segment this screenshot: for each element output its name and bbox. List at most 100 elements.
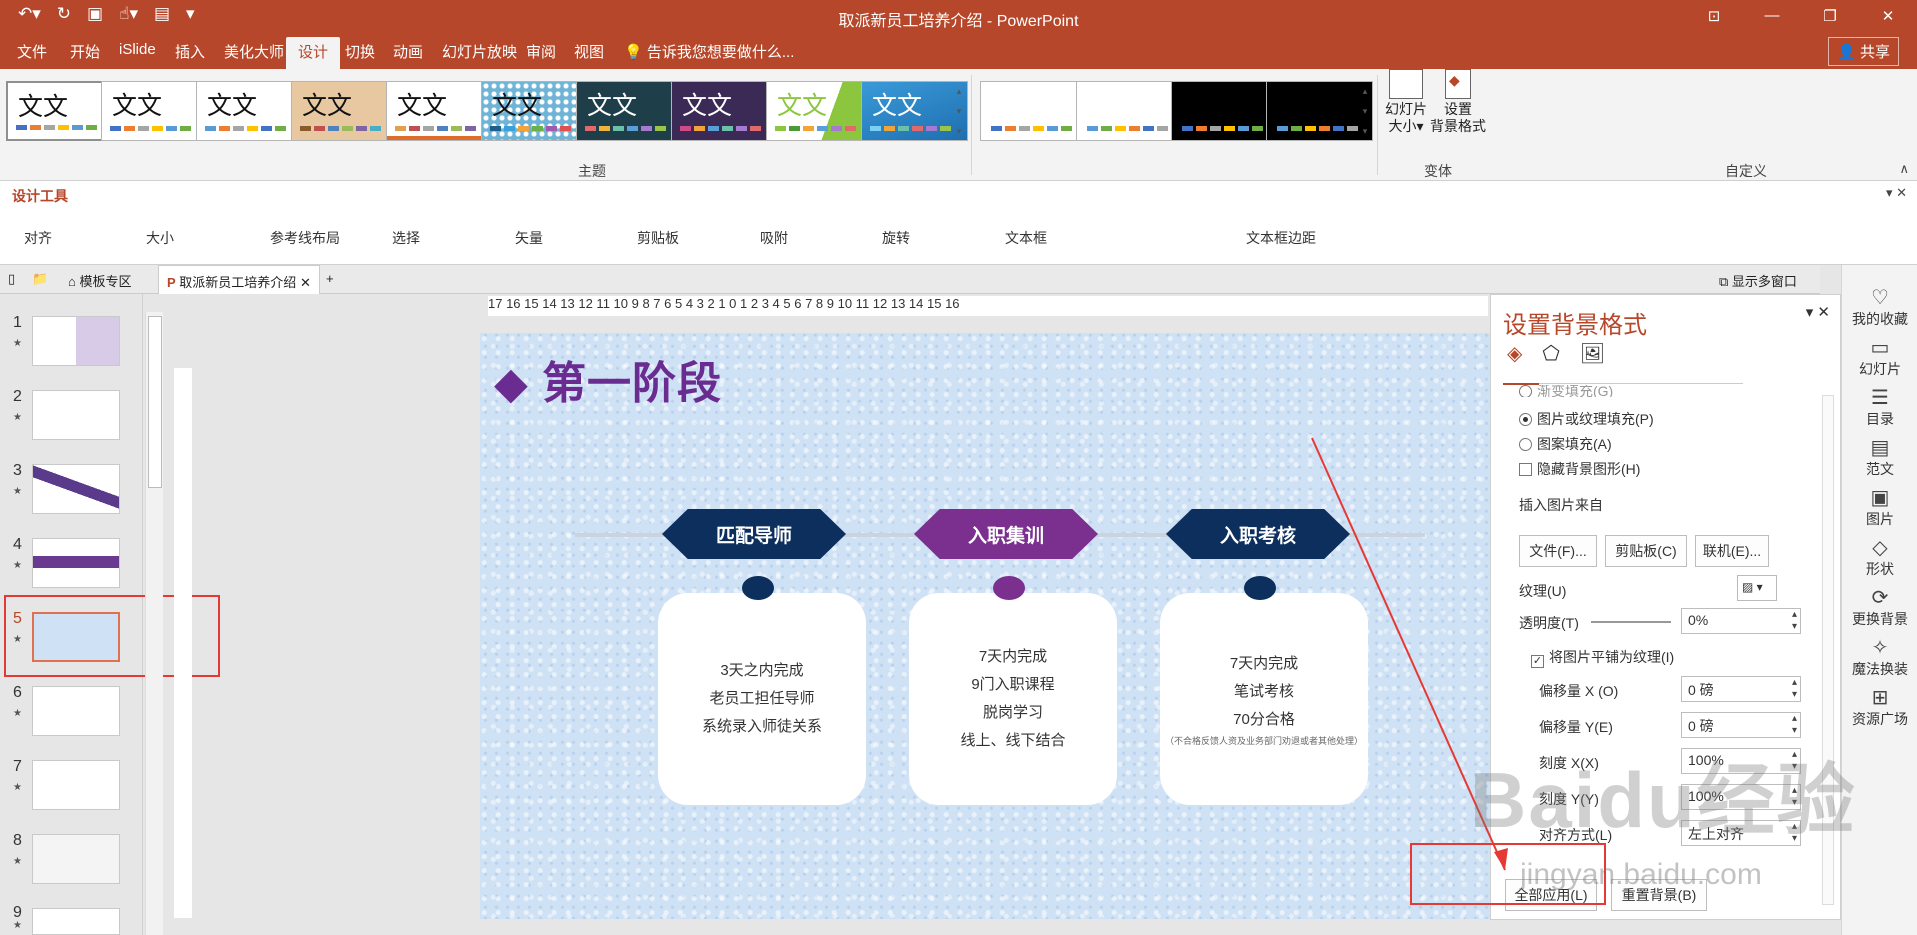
slide-size-button[interactable]: 幻灯片 大小▾ — [1382, 69, 1430, 135]
tab-animations[interactable]: 动画 — [393, 41, 423, 62]
slide-thumbnail-3[interactable] — [32, 464, 120, 514]
theme-5[interactable]: 文文 — [386, 81, 493, 141]
tell-me-box[interactable]: 💡 告诉我您想要做什么... — [624, 41, 794, 62]
stage-card-2[interactable]: 7天内完成 9门入职课程 脱岗学习 线上、线下结合 — [909, 593, 1117, 805]
variant-4[interactable] — [1266, 81, 1373, 141]
share-button[interactable]: 👤 共享 — [1828, 37, 1899, 66]
tool-guides-layout[interactable]: 参考线布局 — [270, 228, 340, 248]
transparency-slider[interactable] — [1591, 621, 1671, 623]
rail-slides[interactable]: ▭ 幻灯片 — [1842, 337, 1917, 379]
tool-rotate[interactable]: 旋转 — [882, 228, 910, 248]
theme-3[interactable]: 文文 — [196, 81, 303, 141]
slide-thumbnail-7[interactable] — [32, 760, 120, 810]
tool-textbox-margins[interactable]: 文本框边距 — [1246, 228, 1316, 248]
online-button[interactable]: 联机(E)... — [1695, 535, 1769, 567]
ribbon-display-options-icon[interactable]: ⊡ — [1685, 0, 1743, 31]
slide-thumbnail-8[interactable] — [32, 834, 120, 884]
stage-hexagon-3[interactable]: 入职考核 — [1166, 509, 1350, 559]
new-doc-icon[interactable]: ▯ — [8, 271, 15, 287]
minimize-button[interactable]: — — [1743, 0, 1801, 31]
offset-y-input[interactable]: 0 磅 — [1681, 712, 1801, 738]
themes-scroll[interactable]: ▴ ▾ ▾ — [953, 81, 965, 141]
hide-bg-checkbox[interactable]: 隐藏背景图形(H) — [1519, 459, 1640, 479]
theme-10[interactable]: 文文 — [861, 81, 968, 141]
tool-clipboard[interactable]: 剪贴板 — [637, 228, 679, 248]
variant-3[interactable] — [1171, 81, 1278, 141]
format-background-button[interactable]: ◆ 设置 背景格式 — [1430, 69, 1486, 135]
rail-samples[interactable]: ▤ 范文 — [1842, 437, 1917, 479]
tab-current-file[interactable]: P 取派新员工培养介绍 ✕ — [158, 265, 320, 294]
scrollbar-thumb[interactable] — [148, 316, 162, 488]
restore-button[interactable]: ❐ — [1801, 0, 1859, 31]
stage-hexagon-2[interactable]: 入职集训 — [914, 509, 1098, 559]
tab-insert[interactable]: 插入 — [175, 41, 205, 62]
theme-2[interactable]: 文文 — [101, 81, 208, 141]
slide-thumbnail-4[interactable] — [32, 538, 120, 588]
theme-6[interactable]: 文文 — [481, 81, 588, 141]
pattern-fill-radio[interactable]: 图案填充(A) — [1519, 434, 1612, 454]
tab-design[interactable]: 设计 — [286, 37, 341, 69]
tab-beautify[interactable]: 美化大师 — [224, 41, 284, 62]
tab-slideshow[interactable]: 幻灯片放映 — [442, 41, 517, 62]
tool-textbox[interactable]: 文本框 — [1005, 228, 1047, 248]
fill-icon[interactable]: ◈ — [1507, 341, 1522, 366]
tile-checkbox[interactable]: ✓ 将图片平铺为纹理(I) — [1531, 647, 1674, 668]
multi-window-toggle[interactable]: ⧉ 显示多窗口 — [1719, 271, 1797, 290]
design-tools-close-icon[interactable]: ▾ ✕ — [1886, 185, 1907, 201]
pane-close-icon[interactable]: ▾ ✕ — [1806, 303, 1830, 321]
slide-thumbnail-1[interactable] — [32, 316, 120, 366]
variants-scroll[interactable]: ▴ ▾ ▾ — [1359, 81, 1371, 141]
transparency-input[interactable]: 0% — [1681, 608, 1801, 634]
rail-toc[interactable]: ☰ 目录 — [1842, 387, 1917, 429]
slide-thumbnail-2[interactable] — [32, 390, 120, 440]
tab-home[interactable]: 开始 — [70, 41, 100, 62]
folder-icon[interactable]: 📁 — [32, 271, 48, 287]
window-icon: ⧉ — [1719, 274, 1729, 289]
tool-select[interactable]: 选择 — [392, 228, 420, 248]
tab-file[interactable]: 文件 — [17, 41, 47, 62]
tool-vector[interactable]: 矢量 — [515, 228, 543, 248]
theme-9[interactable]: 文文 — [766, 81, 873, 141]
stage-hexagon-1[interactable]: 匹配导师 — [662, 509, 846, 559]
clipboard-button[interactable]: 剪贴板(C) — [1605, 535, 1687, 567]
close-tab-icon[interactable]: ✕ — [300, 275, 311, 290]
variant-1[interactable] — [980, 81, 1087, 141]
close-button[interactable]: ✕ — [1859, 0, 1917, 31]
stage-card-1[interactable]: 3天之内完成 老员工担任导师 系统录入师徒关系 — [658, 593, 866, 805]
tab-template-zone[interactable]: ⌂ 模板专区 — [68, 271, 132, 290]
tab-review[interactable]: 审阅 — [526, 41, 556, 62]
theme-7[interactable]: 文文 — [576, 81, 683, 141]
theme-office[interactable]: 文文 — [6, 81, 113, 141]
stage-card-3[interactable]: 7天内完成 笔试考核 70分合格 （不合格反馈人资及业务部门劝退或者其他处理） — [1160, 593, 1368, 805]
slide-size-icon — [1389, 69, 1423, 99]
refresh-icon: ⟳ — [1871, 587, 1889, 609]
picture-fill-radio[interactable]: 图片或纹理填充(P) — [1519, 409, 1654, 429]
theme-4[interactable]: 文文 — [291, 81, 398, 141]
slide-thumbnail-9[interactable] — [32, 908, 120, 935]
tab-view[interactable]: 视图 — [574, 41, 604, 62]
texture-dropdown[interactable]: ▨ ▾ — [1737, 575, 1777, 601]
tool-align[interactable]: 对齐 — [24, 228, 52, 248]
thumbnail-scrollbar[interactable] — [145, 312, 163, 935]
rail-pictures[interactable]: ▣ 图片 — [1842, 487, 1917, 529]
file-button[interactable]: 文件(F)... — [1519, 535, 1597, 567]
offset-x-input[interactable]: 0 磅 — [1681, 676, 1801, 702]
tab-transitions[interactable]: 切换 — [345, 41, 375, 62]
effects-icon[interactable]: ⬠ — [1542, 341, 1559, 366]
tab-islide[interactable]: iSlide — [119, 41, 156, 58]
collapse-ribbon-icon[interactable]: ∧ — [1899, 161, 1909, 177]
variant-2[interactable] — [1076, 81, 1183, 141]
tool-size[interactable]: 大小 — [146, 228, 174, 248]
add-tab-icon[interactable]: + — [326, 271, 334, 286]
slide-thumbnail-6[interactable] — [32, 686, 120, 736]
rail-resource-square[interactable]: ⊞ 资源广场 — [1842, 687, 1917, 729]
rail-favorites[interactable]: ♡ 我的收藏 — [1842, 287, 1917, 329]
rail-shapes[interactable]: ◇ 形状 — [1842, 537, 1917, 579]
tool-snap[interactable]: 吸附 — [760, 228, 788, 248]
theme-8[interactable]: 文文 — [671, 81, 778, 141]
rail-change-bg[interactable]: ⟳ 更换背景 — [1842, 587, 1917, 629]
picture-icon[interactable]: 🖼 — [1580, 341, 1605, 366]
rail-magic-dress[interactable]: ✧ 魔法换装 — [1842, 637, 1917, 679]
slide-canvas[interactable]: ◆ 第一阶段 匹配导师 入职集训 入职考核 3天之内完成 老员工担任导师 系统录… — [480, 333, 1490, 919]
stage-dot-1 — [742, 576, 774, 600]
